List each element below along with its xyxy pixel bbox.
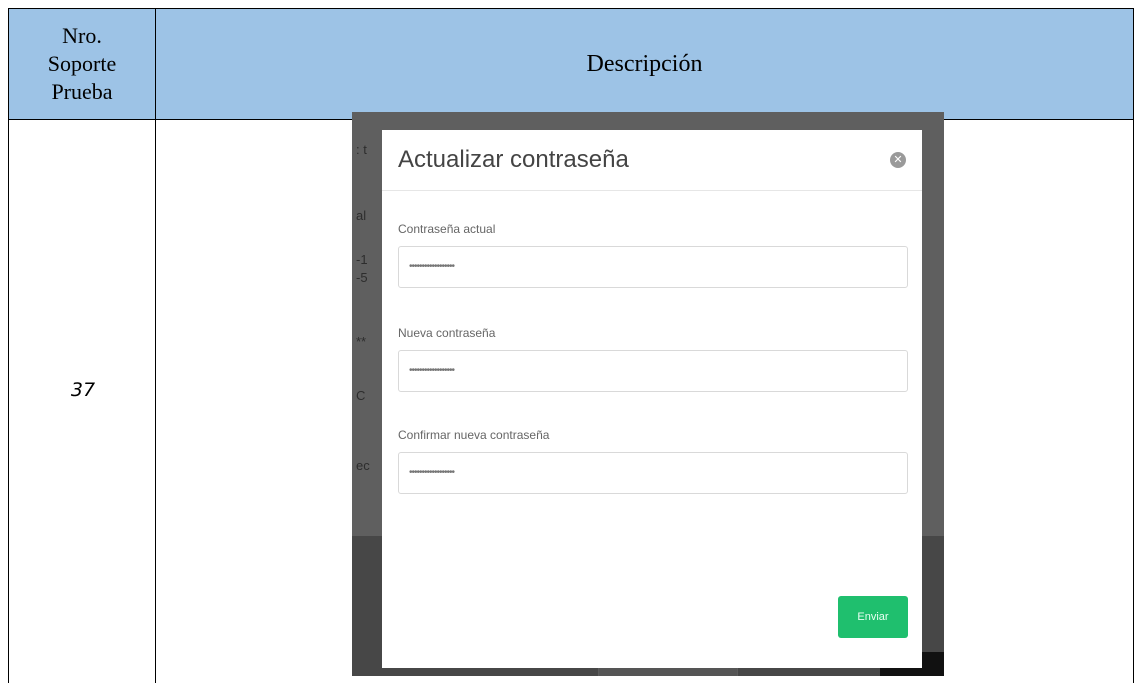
header-description-label: Descripción: [586, 50, 703, 77]
current-password-label: Contraseña actual: [398, 222, 496, 236]
table-right-border: [1133, 119, 1134, 683]
header-cell-description: Descripción: [155, 8, 1134, 120]
new-password-input[interactable]: ••••••••••••••••••: [398, 350, 908, 392]
confirm-password-label: Confirmar nueva contraseña: [398, 428, 550, 442]
background-fragment: al: [356, 208, 367, 223]
screenshot-image: : t al -1 -5 ** C ec Actualizar contrase…: [352, 112, 944, 676]
modal-header: Actualizar contraseña ✕: [382, 130, 922, 191]
update-password-modal: Actualizar contraseña ✕ Contraseña actua…: [382, 130, 922, 668]
support-number: 37: [70, 379, 96, 401]
background-fragment: **: [356, 334, 367, 349]
background-fragment: : t: [356, 142, 367, 157]
new-password-label: Nueva contraseña: [398, 326, 496, 340]
header-support-no-label: Nro. Soporte Prueba: [47, 23, 117, 104]
submit-button[interactable]: Enviar: [838, 596, 908, 638]
background-fragment: C: [356, 388, 366, 403]
confirm-password-input[interactable]: ••••••••••••••••••: [398, 452, 908, 494]
row-support-no-cell: 37: [8, 119, 156, 683]
close-icon[interactable]: ✕: [890, 152, 906, 168]
current-password-input[interactable]: ••••••••••••••••••: [398, 246, 908, 288]
header-cell-support-no: Nro. Soporte Prueba: [8, 8, 156, 120]
background-fragment: ec: [356, 458, 370, 473]
modal-title: Actualizar contraseña: [398, 146, 629, 173]
background-fragment: -1: [356, 252, 368, 267]
background-fragment: -5: [356, 270, 368, 285]
